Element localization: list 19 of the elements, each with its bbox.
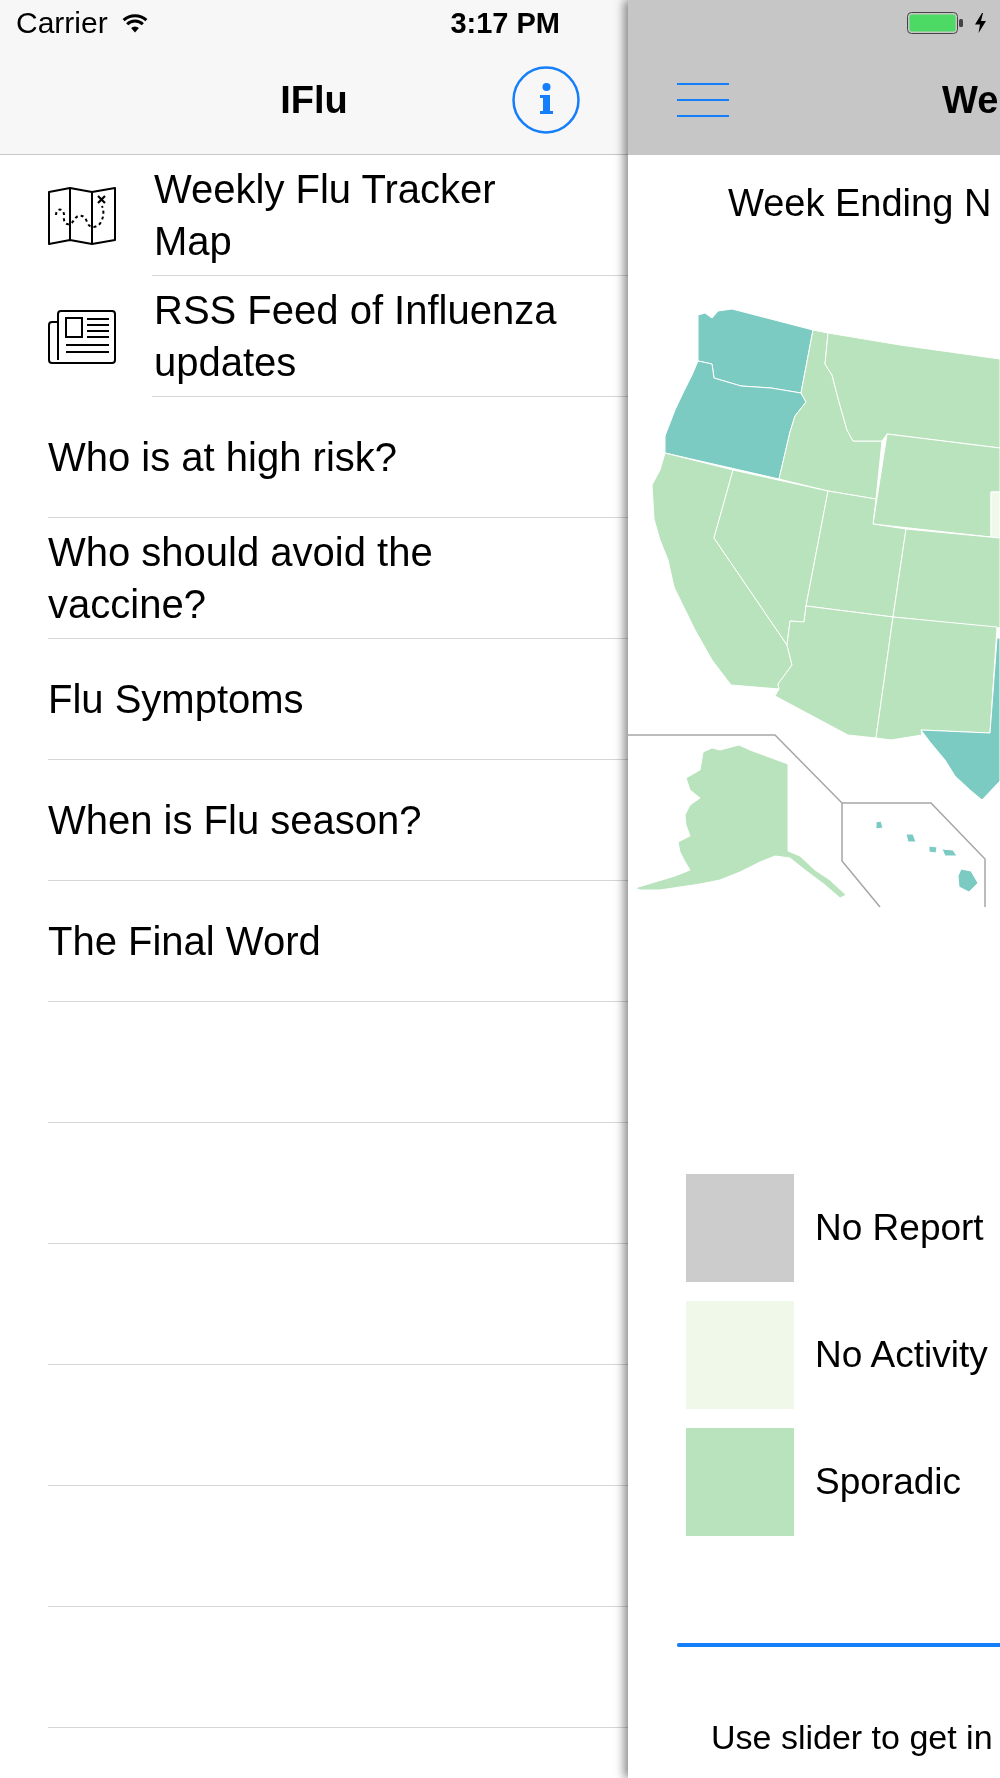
menu-item[interactable]: Weekly Flu Tracker Map xyxy=(0,155,628,276)
carrier-label: Carrier xyxy=(16,4,108,41)
battery-icon xyxy=(907,11,964,34)
legend-label: No Activity xyxy=(815,1333,988,1377)
slider[interactable] xyxy=(677,1643,1000,1647)
menu-icon[interactable] xyxy=(677,83,729,117)
wifi-icon xyxy=(121,12,148,33)
legend-label: Sporadic xyxy=(815,1460,962,1504)
nav-title: We xyxy=(942,78,999,123)
status-time: 3:17 PM xyxy=(450,5,560,41)
folded-map-icon xyxy=(48,186,116,245)
newspaper-icon xyxy=(48,309,116,364)
week-label: Week Ending N xyxy=(727,181,993,226)
info-icon[interactable] xyxy=(512,65,580,134)
charging-bolt-icon xyxy=(975,12,986,33)
legend-label: No Report xyxy=(815,1206,984,1250)
hint-text: Use slider to get in xyxy=(710,1717,994,1757)
nav-title: IFlu xyxy=(280,77,348,123)
menu-item[interactable]: RSS Feed of Influenza updates xyxy=(0,276,628,397)
